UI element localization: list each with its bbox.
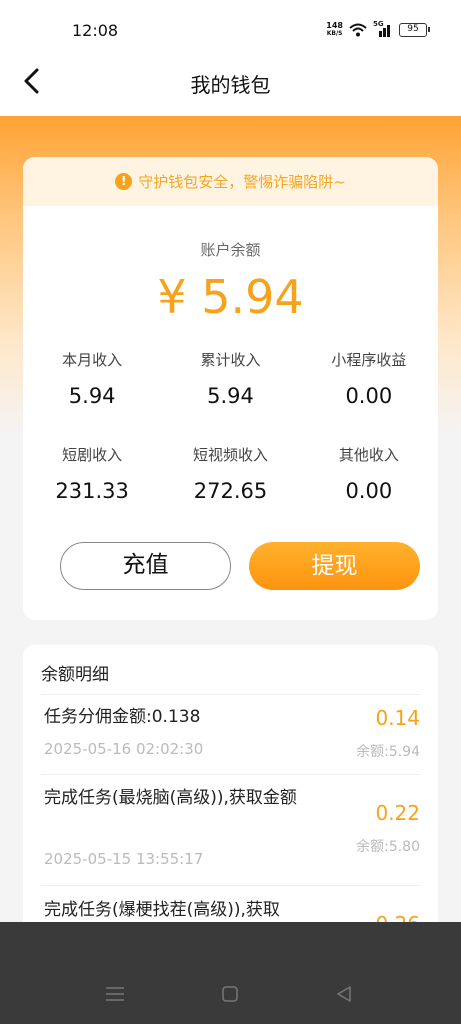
wifi-icon: [349, 23, 367, 37]
nav-bar: 我的钱包: [0, 58, 461, 116]
stat-value: 0.00: [345, 384, 393, 408]
system-nav-bar: [0, 922, 461, 1024]
record-balance: 余额:5.80: [356, 839, 420, 855]
record-desc: 完成任务(最烧脑(高级)),获取金额: [44, 788, 297, 808]
detail-title: 余额明细: [41, 665, 109, 685]
record-amount: 0.22: [375, 801, 420, 825]
record-amount: 0.14: [375, 706, 420, 730]
status-bar: 12:08 148 KB/S 5G 95: [0, 0, 461, 58]
stat-label: 短视频收入: [192, 446, 268, 464]
stat-value: 231.33: [55, 479, 129, 503]
list-item[interactable]: 完成任务(最烧脑(高级)),获取金额 2025-05-15 13:55:17 0…: [41, 774, 420, 884]
net-speed: 148 KB/S: [326, 22, 343, 38]
exclamation-circle-icon: !: [115, 173, 133, 190]
stat-label: 短剧收入: [62, 446, 123, 464]
wallet-card: ! 守护钱包安全，警惕诈骗陷阱~ 账户余额 ¥ 5.94 本月收入 5.94 累…: [23, 157, 438, 620]
stat-value: 5.94: [207, 384, 254, 408]
stat-value: 5.94: [68, 384, 116, 408]
security-warning: ! 守护钱包安全，警惕诈骗陷阱~: [23, 157, 438, 206]
net-speed-unit: KB/S: [326, 30, 343, 37]
back-triangle-icon[interactable]: [336, 986, 352, 1002]
record-time: 2025-05-15 13:55:17: [44, 850, 204, 868]
stat-value: 272.65: [193, 479, 268, 503]
stat-label: 累计收入: [200, 351, 261, 369]
stat-total-income: 累计收入 5.94: [161, 349, 299, 408]
record-time: 2025-05-16 02:02:30: [44, 740, 204, 758]
stats-row-1: 本月收入 5.94 累计收入 5.94 小程序收益 0.00: [23, 349, 438, 408]
net-speed-value: 148: [326, 21, 343, 30]
page-title: 我的钱包: [190, 73, 271, 97]
list-item[interactable]: 任务分佣金额:0.138 2025-05-16 02:02:30 0.14 余额…: [41, 694, 420, 774]
stat-label: 其他收入: [338, 446, 399, 464]
status-time: 12:08: [72, 21, 119, 40]
status-icons: 148 KB/S 5G 95: [326, 20, 430, 38]
stat-miniprogram-income: 小程序收益 0.00: [300, 349, 438, 408]
stat-value: 0.00: [345, 479, 393, 503]
signal-icon: 5G: [373, 20, 393, 37]
stat-label: 小程序收益: [331, 351, 407, 369]
balance-amount: ¥ 5.94: [157, 270, 304, 324]
stat-label: 本月收入: [62, 351, 123, 369]
stat-other-income: 其他收入 0.00: [300, 444, 438, 503]
stats-row-2: 短剧收入 231.33 短视频收入 272.65 其他收入 0.00: [23, 444, 438, 503]
stat-monthly-income: 本月收入 5.94: [23, 349, 161, 408]
recharge-button[interactable]: 充值: [60, 542, 231, 590]
balance-label: 账户余额: [200, 241, 261, 259]
warning-text: 守护钱包安全，警惕诈骗陷阱~: [138, 173, 346, 191]
battery-icon: 95: [399, 23, 430, 37]
home-square-icon[interactable]: [222, 986, 238, 1002]
balance-detail-card: 余额明细 任务分佣金额:0.138 2025-05-16 02:02:30 0.…: [23, 645, 438, 945]
menu-icon[interactable]: [106, 986, 124, 1002]
withdraw-button[interactable]: 提现: [249, 542, 420, 590]
record-desc: 任务分佣金额:0.138: [44, 707, 201, 727]
stat-short-video-income: 短视频收入 272.65: [161, 444, 299, 503]
record-balance: 余额:5.94: [356, 744, 420, 760]
stat-short-drama-income: 短剧收入 231.33: [23, 444, 161, 503]
